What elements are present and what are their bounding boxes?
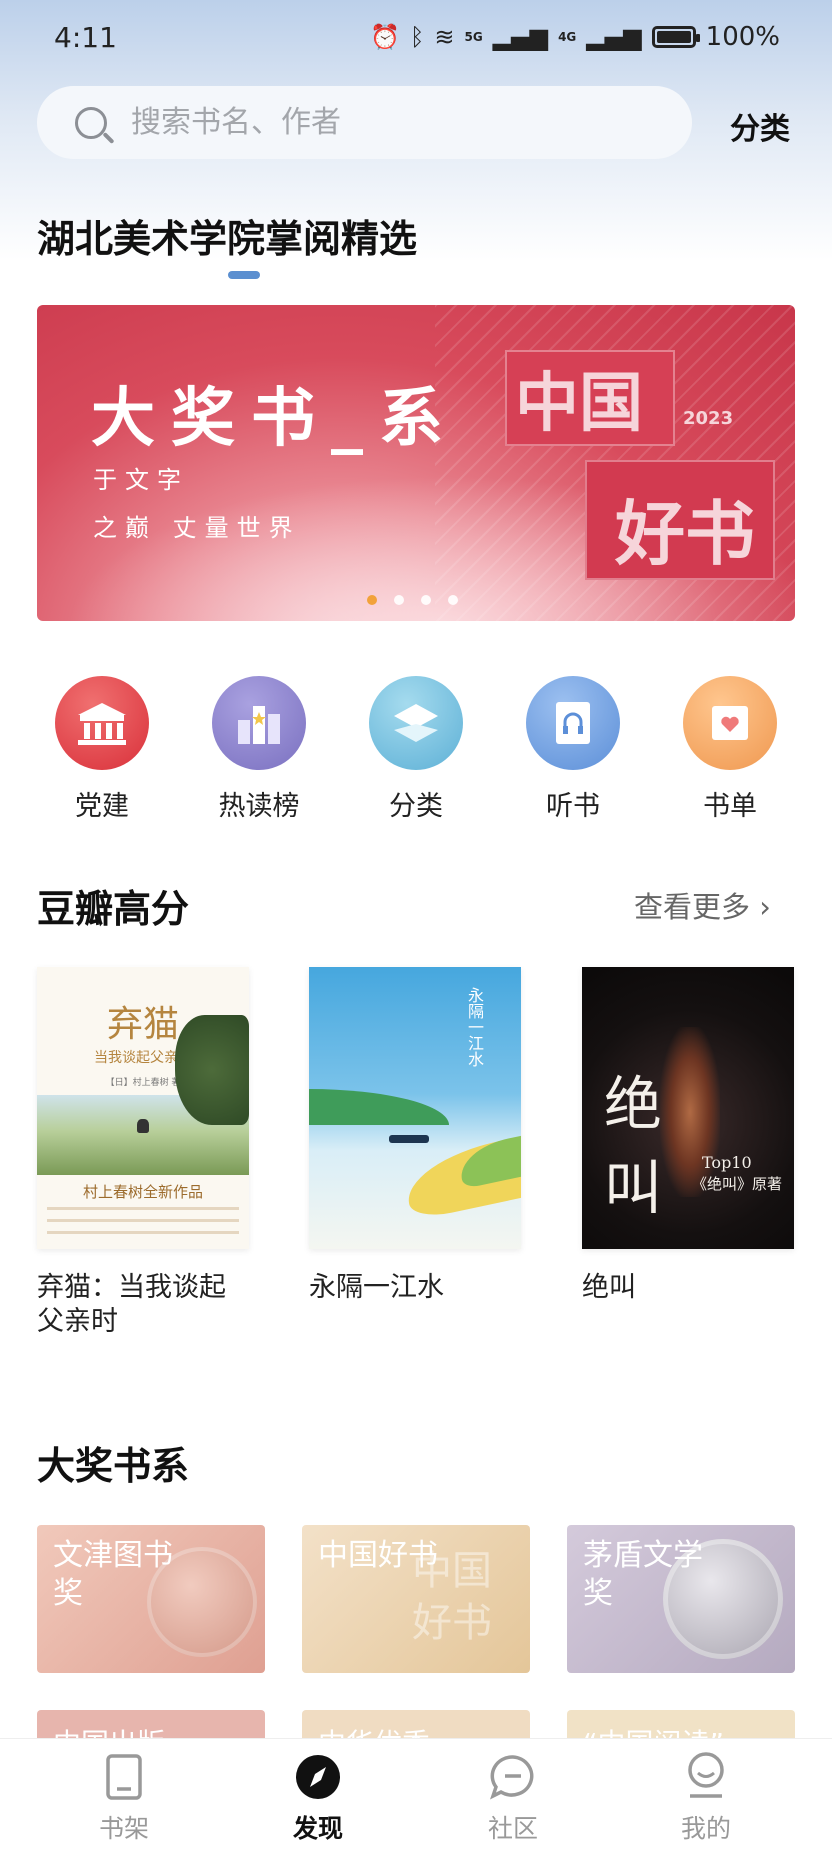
award-card-label: 文津图书奖 [53, 1538, 173, 1611]
banner-pagination [367, 595, 458, 605]
award-card-maodun[interactable]: 茅盾文学奖 [567, 1525, 795, 1673]
network-5g-label: 5G [464, 30, 483, 44]
status-icons: ⏰ ᛒ ≋ 5G ▂▄▆ 4G ▂▄▆ 100% [370, 22, 780, 52]
banner-title: 大奖书_系 [91, 381, 459, 456]
cover-subtitle: 《绝叫》原著 [692, 1175, 783, 1193]
profile-icon [646, 1739, 766, 1801]
battery-percent: 100% [705, 22, 780, 52]
nav-tab-profile[interactable]: 我的 [646, 1739, 766, 1845]
banner-subtitle-1: 于文字 [93, 466, 189, 494]
cover-cat [137, 1119, 149, 1133]
alarm-icon: ⏰ [370, 23, 400, 51]
cover-text-line [47, 1219, 239, 1222]
logo-text-bottom: 好书 [615, 493, 755, 575]
quick-nav-audiobook[interactable]: 听书 [513, 676, 633, 823]
quick-nav-label: 书单 [703, 791, 757, 822]
award-card-label: 中国好书 [318, 1538, 438, 1573]
nav-label: 书架 [98, 1814, 149, 1843]
pagination-dot[interactable] [421, 595, 431, 605]
wifi-icon: ≋ [434, 23, 455, 51]
book-card[interactable]: 绝叫 Top10 《绝叫》原著 绝叫 [582, 967, 794, 1305]
quick-nav-label: 党建 [75, 791, 129, 822]
awards-section-title: 大奖书系 [37, 1444, 190, 1488]
bottom-nav: 书架 发现 社区 我的 [0, 1738, 832, 1851]
category-button[interactable]: 分类 [730, 104, 790, 148]
bookshelf-icon [64, 1739, 184, 1801]
community-chat-icon [453, 1739, 573, 1801]
pagination-dot[interactable] [394, 595, 404, 605]
nav-label: 我的 [680, 1814, 731, 1843]
status-time: 4:11 [54, 20, 117, 54]
book-cover[interactable]: 永隔一江水 [309, 967, 521, 1249]
quick-nav-category[interactable]: 分类 [356, 676, 476, 823]
quick-nav-party-building[interactable]: 党建 [42, 676, 162, 823]
cover-hill [309, 1089, 449, 1125]
book-title[interactable]: 弃猫：当我谈起父亲时 [37, 1271, 249, 1339]
nav-label: 发现 [292, 1814, 343, 1843]
discover-compass-icon [258, 1739, 378, 1801]
search-icon [75, 106, 107, 139]
cover-tagline: 村上春树全新作品 [82, 1183, 203, 1201]
nav-tab-bookshelf[interactable]: 书架 [64, 1739, 184, 1845]
book-cover[interactable]: 绝叫 Top10 《绝叫》原著 [582, 967, 794, 1249]
logo-year: 2023 [683, 408, 734, 429]
cover-text-line [47, 1207, 239, 1210]
pagination-dot[interactable] [448, 595, 458, 605]
search-bar[interactable] [37, 86, 692, 159]
nav-tab-discover[interactable]: 发现 [258, 1739, 378, 1845]
book-title[interactable]: 永隔一江水 [309, 1271, 521, 1305]
pagination-dot-active[interactable] [367, 595, 377, 605]
signal-icon: ▂▄▆ [492, 23, 549, 51]
quick-nav-booklist[interactable]: 书单 [670, 676, 790, 823]
bluetooth-icon: ᛒ [409, 23, 425, 51]
quick-nav-label: 听书 [546, 791, 600, 822]
logo-text-top: 中国 [515, 367, 643, 441]
award-card-china-good-book[interactable]: 中国好书 中国好书 [302, 1525, 530, 1673]
ranking-icon [212, 676, 306, 770]
award-card-label: 茅盾文学奖 [583, 1538, 703, 1611]
view-more-link[interactable]: 查看更多 › [634, 884, 771, 926]
cover-boat [389, 1135, 429, 1143]
promo-banner[interactable]: 大奖书_系 于文字 之巅 丈量世界 中国 2023 好书 [37, 305, 795, 621]
award-card-wenjin[interactable]: 文津图书奖 [37, 1525, 265, 1673]
network-4g-label: 4G [558, 30, 577, 44]
china-good-book-logo: 中国 2023 好书 [505, 350, 775, 600]
book-title[interactable]: 绝叫 [582, 1271, 794, 1305]
book-cover[interactable]: 弃猫 当我谈起父亲时 【日】村上春树 著 村上春树全新作品 [37, 967, 249, 1249]
category-icon [369, 676, 463, 770]
search-input[interactable] [131, 105, 651, 140]
nav-tab-community[interactable]: 社区 [453, 1739, 573, 1845]
book-card[interactable]: 永隔一江水 永隔一江水 [309, 967, 521, 1305]
cover-text-line [47, 1231, 239, 1234]
signal-icon: ▂▄▆ [586, 23, 642, 51]
party-building-icon [55, 676, 149, 770]
cover-tagline: Top10 [702, 1153, 752, 1172]
douban-section-title: 豆瓣高分 [37, 887, 190, 931]
battery-icon [651, 26, 700, 48]
quick-nav-label: 热读榜 [218, 791, 300, 822]
quick-nav: 党建 热读榜 分类 听书 书单 [0, 676, 832, 822]
banner-subtitle-2: 之巅 丈量世界 [93, 514, 301, 542]
cover-tree [175, 1015, 249, 1125]
quick-nav-label: 分类 [389, 791, 443, 822]
quick-nav-ranking[interactable]: 热读榜 [199, 676, 319, 823]
title-underline-indicator [228, 271, 260, 279]
status-bar: 4:11 ⏰ ᛒ ≋ 5G ▂▄▆ 4G ▂▄▆ 100% [0, 0, 832, 74]
booklist-icon [683, 676, 777, 770]
audiobook-icon [526, 676, 620, 770]
cover-title: 永隔一江水 [465, 987, 484, 1067]
nav-label: 社区 [487, 1814, 538, 1843]
book-card[interactable]: 弃猫 当我谈起父亲时 【日】村上春树 著 村上春树全新作品 弃猫：当我谈起父亲时 [37, 967, 249, 1339]
featured-title: 湖北美术学院掌阅精选 [37, 217, 418, 261]
